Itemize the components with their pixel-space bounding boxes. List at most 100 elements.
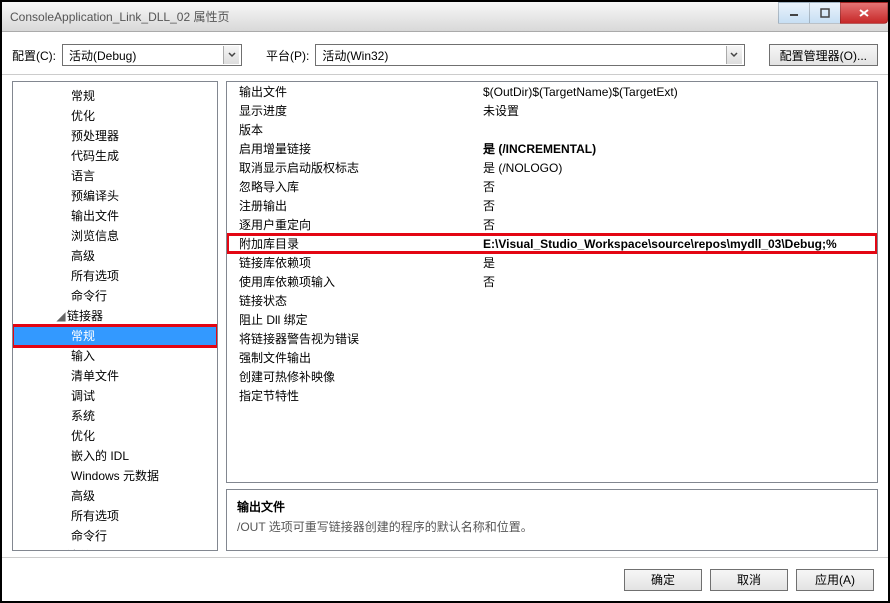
property-row[interactable]: 附加库目录E:\Visual_Studio_Workspace\source\r… (227, 234, 877, 253)
property-value: 否 (479, 273, 877, 290)
tree-item[interactable]: 优化 (13, 106, 217, 126)
property-row[interactable]: 创建可热修补映像 (227, 367, 877, 386)
main-area: 常规优化预处理器代码生成语言预编译头输出文件浏览信息高级所有选项命令行◢ 链接器… (2, 75, 888, 557)
tree-item[interactable]: 系统 (13, 406, 217, 426)
maximize-icon (820, 8, 830, 18)
tree-item-manifest[interactable]: ▷ 清单工具 (13, 546, 217, 551)
property-row[interactable]: 使用库依赖项输入否 (227, 272, 877, 291)
tree-item[interactable]: 常规 (13, 326, 217, 346)
property-value: 是 (479, 254, 877, 271)
chevron-down-icon (726, 46, 742, 64)
tree-item[interactable]: 所有选项 (13, 506, 217, 526)
property-row[interactable]: 版本 (227, 120, 877, 139)
property-name: 链接库依赖项 (227, 254, 479, 271)
platform-label: 平台(P): (266, 47, 309, 64)
tree-item[interactable]: 输入 (13, 346, 217, 366)
property-value: 否 (479, 197, 877, 214)
tree-item[interactable]: 所有选项 (13, 266, 217, 286)
expander-closed-icon: ▷ (55, 546, 67, 551)
tree-item[interactable]: 浏览信息 (13, 226, 217, 246)
property-row[interactable]: 启用增量链接是 (/INCREMENTAL) (227, 139, 877, 158)
property-row[interactable]: 链接库依赖项是 (227, 253, 877, 272)
minimize-icon (789, 8, 799, 18)
tree-item[interactable]: 预处理器 (13, 126, 217, 146)
property-value: 否 (479, 178, 877, 195)
property-grid[interactable]: 输出文件$(OutDir)$(TargetName)$(TargetExt)显示… (226, 81, 878, 483)
expander-open-icon: ◢ (55, 306, 67, 326)
maximize-button[interactable] (809, 2, 841, 24)
description-panel: 输出文件 /OUT 选项可重写链接器创建的程序的默认名称和位置。 (226, 489, 878, 551)
tree-item[interactable]: Windows 元数据 (13, 466, 217, 486)
dialog-footer: 确定 取消 应用(A) (2, 557, 888, 601)
tree-item[interactable]: 常规 (13, 86, 217, 106)
property-name: 输出文件 (227, 83, 479, 100)
description-text: /OUT 选项可重写链接器创建的程序的默认名称和位置。 (237, 518, 867, 535)
property-name: 阻止 Dll 绑定 (227, 311, 479, 328)
platform-combo[interactable]: 活动(Win32) (315, 44, 744, 66)
property-row[interactable]: 将链接器警告视为错误 (227, 329, 877, 348)
property-value: 是 (/NOLOGO) (479, 159, 877, 176)
tree-item[interactable]: 命令行 (13, 526, 217, 546)
property-row[interactable]: 指定节特性 (227, 386, 877, 405)
config-label: 配置(C): (12, 47, 56, 64)
property-name: 显示进度 (227, 102, 479, 119)
property-name: 将链接器警告视为错误 (227, 330, 479, 347)
tree-item[interactable]: 输出文件 (13, 206, 217, 226)
property-row[interactable]: 输出文件$(OutDir)$(TargetName)$(TargetExt) (227, 82, 877, 101)
property-name: 启用增量链接 (227, 140, 479, 157)
property-value: 否 (479, 216, 877, 233)
window-titlebar: ConsoleApplication_Link_DLL_02 属性页 (2, 2, 888, 32)
window-title: ConsoleApplication_Link_DLL_02 属性页 (10, 8, 229, 25)
window-controls (779, 2, 888, 24)
config-toolbar: 配置(C): 活动(Debug) 平台(P): 活动(Win32) 配置管理器(… (2, 32, 888, 75)
property-row[interactable]: 链接状态 (227, 291, 877, 310)
property-name: 版本 (227, 121, 479, 138)
tree-item[interactable]: 预编译头 (13, 186, 217, 206)
minimize-button[interactable] (778, 2, 810, 24)
tree-item-linker[interactable]: ◢ 链接器 (13, 306, 217, 326)
property-name: 逐用户重定向 (227, 216, 479, 233)
tree-item[interactable]: 清单文件 (13, 366, 217, 386)
right-pane: 输出文件$(OutDir)$(TargetName)$(TargetExt)显示… (226, 81, 878, 551)
property-value: E:\Visual_Studio_Workspace\source\repos\… (479, 237, 877, 251)
property-row[interactable]: 阻止 Dll 绑定 (227, 310, 877, 329)
tree-item[interactable]: 调试 (13, 386, 217, 406)
platform-combo-value: 活动(Win32) (322, 47, 725, 64)
tree-item[interactable]: 命令行 (13, 286, 217, 306)
tree-item[interactable]: 代码生成 (13, 146, 217, 166)
config-combo-value: 活动(Debug) (69, 47, 223, 64)
property-row[interactable]: 取消显示启动版权标志是 (/NOLOGO) (227, 158, 877, 177)
property-name: 注册输出 (227, 197, 479, 214)
property-name: 取消显示启动版权标志 (227, 159, 479, 176)
property-value: $(OutDir)$(TargetName)$(TargetExt) (479, 85, 877, 99)
cancel-button[interactable]: 取消 (710, 569, 788, 591)
property-name: 附加库目录 (227, 235, 479, 252)
apply-button[interactable]: 应用(A) (796, 569, 874, 591)
property-name: 忽略导入库 (227, 178, 479, 195)
property-value: 是 (/INCREMENTAL) (479, 140, 877, 157)
tree-item[interactable]: 嵌入的 IDL (13, 446, 217, 466)
tree-item[interactable]: 语言 (13, 166, 217, 186)
tree-item[interactable]: 高级 (13, 246, 217, 266)
property-row[interactable]: 忽略导入库否 (227, 177, 877, 196)
property-row[interactable]: 强制文件输出 (227, 348, 877, 367)
property-name: 强制文件输出 (227, 349, 479, 366)
description-title: 输出文件 (237, 498, 867, 515)
property-name: 指定节特性 (227, 387, 479, 404)
tree-item[interactable]: 优化 (13, 426, 217, 446)
close-icon (858, 8, 870, 18)
property-row[interactable]: 显示进度未设置 (227, 101, 877, 120)
chevron-down-icon (223, 46, 239, 64)
category-tree[interactable]: 常规优化预处理器代码生成语言预编译头输出文件浏览信息高级所有选项命令行◢ 链接器… (12, 81, 218, 551)
close-button[interactable] (840, 2, 888, 24)
property-row[interactable]: 逐用户重定向否 (227, 215, 877, 234)
config-manager-button[interactable]: 配置管理器(O)... (769, 44, 878, 66)
property-value: 未设置 (479, 102, 877, 119)
ok-button[interactable]: 确定 (624, 569, 702, 591)
config-combo[interactable]: 活动(Debug) (62, 44, 242, 66)
property-name: 创建可热修补映像 (227, 368, 479, 385)
property-name: 使用库依赖项输入 (227, 273, 479, 290)
tree-item[interactable]: 高级 (13, 486, 217, 506)
property-row[interactable]: 注册输出否 (227, 196, 877, 215)
property-name: 链接状态 (227, 292, 479, 309)
